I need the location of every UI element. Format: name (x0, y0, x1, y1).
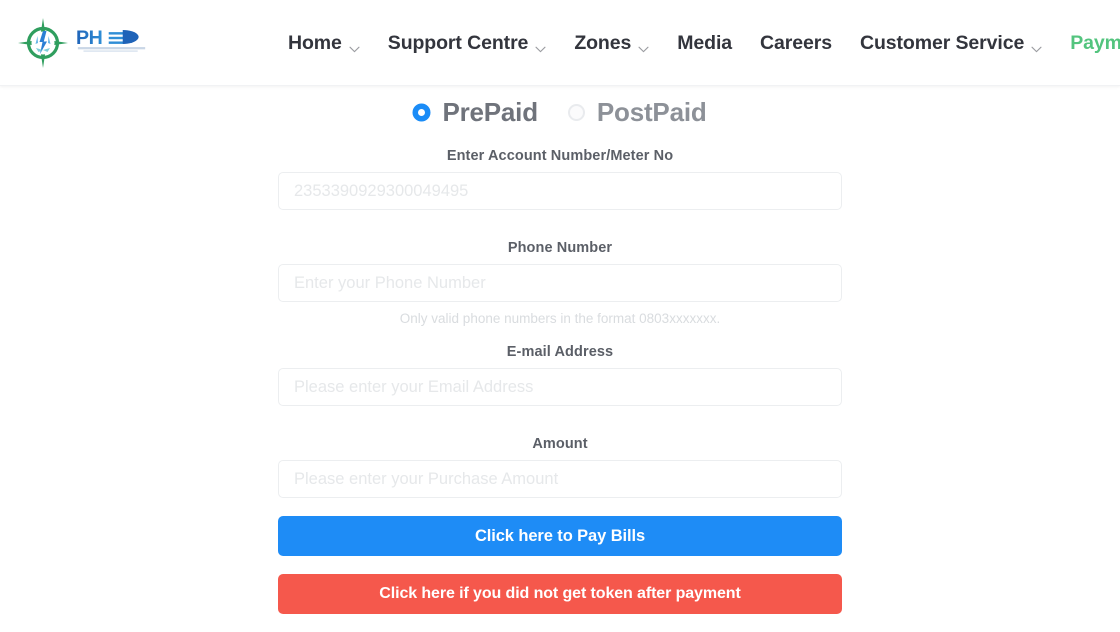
site-header: PH Home Support Centre Zones Media Caree… (0, 0, 1120, 86)
nav-item-label: Payment (1070, 31, 1120, 54)
account-number-input[interactable] (278, 172, 842, 210)
field-email-address: E-mail Address (278, 344, 842, 406)
phed-wordmark-icon: PH (76, 26, 162, 61)
payment-form: PrePaid PostPaid Enter Account Number/Me… (278, 97, 842, 614)
main-navigation: Home Support Centre Zones Media Careers … (274, 26, 1120, 61)
pay-bills-button[interactable]: Click here to Pay Bills (278, 516, 842, 556)
radio-indicator-selected-icon[interactable] (413, 104, 431, 121)
email-address-label: E-mail Address (506, 344, 614, 360)
field-amount: Amount (278, 436, 842, 498)
phone-number-input[interactable] (278, 264, 842, 302)
radio-indicator-unselected-icon[interactable] (567, 104, 585, 121)
phone-number-help-text: Only valid phone numbers in the format 0… (399, 311, 721, 326)
nav-item-home[interactable]: Home (274, 26, 374, 61)
nav-item-media[interactable]: Media (663, 26, 746, 61)
chevron-down-icon (349, 40, 360, 52)
nav-item-label: Careers (760, 31, 832, 54)
nav-item-support-centre[interactable]: Support Centre (374, 26, 561, 61)
radio-option-postpaid[interactable]: PostPaid (567, 97, 707, 128)
svg-text:PH: PH (76, 26, 102, 48)
nav-item-careers[interactable]: Careers (746, 26, 846, 61)
header-divider (0, 85, 1120, 86)
nav-item-label: Home (288, 31, 342, 54)
field-phone-number: Phone Number Only valid phone numbers in… (278, 240, 842, 326)
chevron-down-icon (1031, 40, 1042, 52)
field-account-number: Enter Account Number/Meter No (278, 148, 842, 210)
chevron-down-icon (638, 40, 649, 52)
plan-type-radio-group: PrePaid PostPaid (278, 97, 842, 128)
radio-option-label: PostPaid (596, 97, 707, 127)
nav-item-payment[interactable]: Payment (1056, 26, 1120, 61)
payment-page: PrePaid PostPaid Enter Account Number/Me… (0, 86, 1120, 632)
nav-item-customer-service[interactable]: Customer Service (846, 26, 1056, 61)
amount-input[interactable] (278, 460, 842, 498)
amount-label: Amount (532, 436, 588, 452)
nav-item-label: Customer Service (859, 31, 1025, 54)
nav-item-zones[interactable]: Zones (560, 26, 663, 61)
phed-compass-logo-icon (16, 16, 70, 70)
chevron-down-icon (535, 40, 546, 52)
radio-option-prepaid[interactable]: PrePaid (413, 97, 538, 128)
nav-item-label: Media (677, 31, 733, 54)
phone-number-label: Phone Number (507, 240, 613, 256)
radio-option-label: PrePaid (442, 97, 538, 127)
account-number-label: Enter Account Number/Meter No (446, 148, 674, 164)
nav-item-label: Support Centre (387, 31, 529, 54)
no-token-after-payment-button[interactable]: Click here if you did not get token afte… (278, 574, 842, 614)
email-address-input[interactable] (278, 368, 842, 406)
nav-item-label: Zones (574, 31, 632, 54)
brand-logo-link[interactable]: PH (16, 13, 162, 73)
